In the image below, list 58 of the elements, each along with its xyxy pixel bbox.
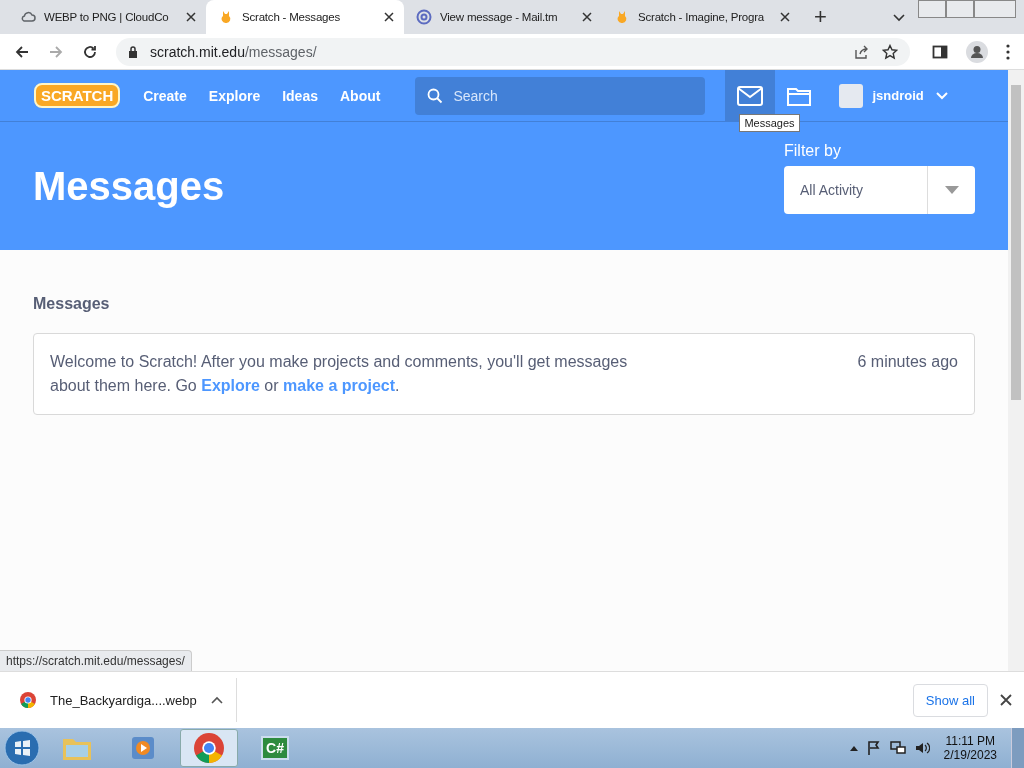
back-icon[interactable]	[14, 43, 30, 60]
chevron-up-icon[interactable]	[849, 745, 858, 751]
share-icon[interactable]	[854, 43, 870, 60]
show-all-button[interactable]: Show all	[912, 683, 988, 717]
csharp-app-icon: C#	[261, 736, 289, 760]
message-time: 6 minutes ago	[857, 352, 958, 372]
page-title: Messages	[33, 163, 225, 209]
star-icon[interactable]	[882, 43, 898, 60]
media-player-icon	[130, 735, 156, 761]
address-field[interactable]: scratch.mit.edu/messages/	[116, 37, 910, 66]
cloud-icon	[20, 9, 36, 25]
browser-tab[interactable]: WEBP to PNG | CloudCo	[8, 0, 206, 34]
filter-dropdown[interactable]: All Activity	[784, 166, 975, 214]
side-panel-icon[interactable]	[932, 43, 948, 60]
chevron-icon	[210, 696, 223, 704]
tab-title: View message - Mail.tm	[440, 11, 559, 23]
profile-icon[interactable]	[966, 40, 988, 63]
clock-date: 2/19/2023	[943, 748, 997, 762]
close-icon[interactable]	[582, 12, 592, 22]
close-icon[interactable]	[1000, 694, 1012, 706]
browser-tab[interactable]: Scratch - Imagine, Progra	[602, 0, 800, 34]
close-icon[interactable]	[780, 12, 790, 22]
filter-label: Filter by	[784, 142, 842, 160]
clock-time: 11:11 PM	[945, 734, 996, 748]
status-url: https://scratch.mit.edu/messages/	[0, 650, 192, 671]
reload-icon[interactable]	[82, 43, 98, 60]
start-button[interactable]	[4, 730, 40, 766]
menu-icon[interactable]	[1006, 43, 1010, 60]
tab-title: Scratch - Messages	[242, 11, 342, 23]
tab-title: Scratch - Imagine, Progra	[638, 11, 766, 23]
folder-icon[interactable]	[787, 85, 812, 106]
tooltip: Messages	[739, 114, 800, 132]
message-text: Welcome to Scratch! After you make projects and comments, you'll get messages about them here. Go Explore or make a project.	[50, 352, 629, 396]
new-tab-button[interactable]: +	[814, 4, 827, 30]
clock[interactable]: 11:11 PM 2/19/2023	[943, 734, 997, 762]
scrollbar[interactable]	[1008, 70, 1024, 671]
search-icon	[427, 87, 444, 104]
search-field[interactable]: Search	[415, 76, 706, 115]
flag-icon[interactable]	[865, 740, 882, 756]
tab-title: WEBP to PNG | CloudCo	[44, 11, 170, 23]
window-controls[interactable]	[918, 0, 1016, 18]
chevron-icon[interactable]	[892, 14, 905, 22]
chrome-icon	[20, 692, 36, 708]
network-icon[interactable]	[889, 740, 906, 756]
browser-tab[interactable]: View message - Mail.tm	[404, 0, 602, 34]
close-icon[interactable]	[384, 12, 394, 22]
section-title: Messages	[33, 295, 111, 313]
chrome-icon	[194, 733, 224, 763]
taskbar-app[interactable]	[180, 729, 238, 767]
lock-icon	[128, 45, 138, 58]
caret-icon	[944, 186, 959, 194]
browser-tab[interactable]: Scratch - Messages	[206, 0, 404, 34]
close-icon[interactable]	[186, 12, 196, 22]
download-item[interactable]: The_Backyardiga....webp	[20, 678, 237, 722]
caret-icon[interactable]	[935, 91, 948, 100]
envelope-icon	[737, 85, 764, 106]
taskbar-app[interactable]: C#	[246, 729, 304, 767]
speaker-icon[interactable]	[913, 740, 930, 756]
